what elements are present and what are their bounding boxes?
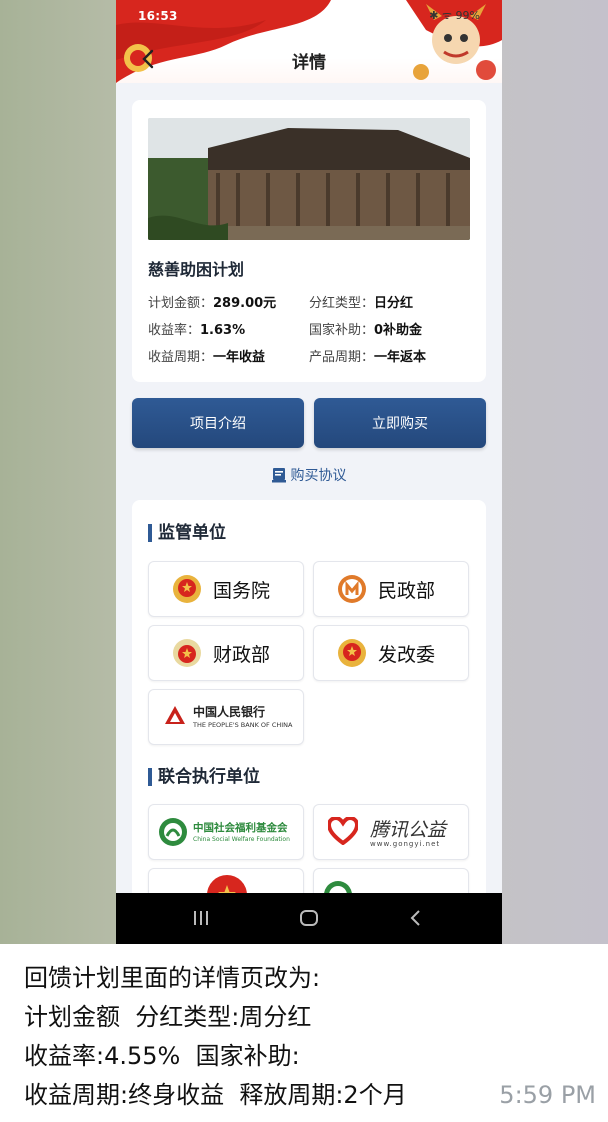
message-line: 收益率:4.55% 国家补助:: [24, 1042, 300, 1070]
status-bar: 16:53 ✱ ᯤ 99%: [116, 6, 502, 28]
civil-affairs-logo-icon: [338, 575, 366, 603]
field-income-period: 收益周期：一年收益: [148, 350, 266, 365]
welfare-foundation-logo-icon: [159, 818, 187, 846]
unit-name: 财政部: [213, 644, 271, 666]
house-photo: [148, 118, 470, 240]
unit-name: 民政部: [378, 580, 436, 602]
message-timestamp: 5:59 PM: [499, 1081, 596, 1109]
plan-title: 慈善助困计划: [148, 260, 245, 279]
header: 16:53 ✱ ᯤ 99% 详情: [116, 0, 502, 83]
unit-state-council[interactable]: 国务院: [148, 561, 304, 617]
field-subsidy: 国家补助：0补助金: [309, 323, 423, 338]
tencent-name-cn: 腾讯公益: [370, 819, 447, 841]
unit-ndrc[interactable]: 发改委: [313, 625, 469, 681]
purchase-agreement-link[interactable]: 购买协议: [116, 465, 502, 485]
national-emblem-icon: [338, 639, 366, 667]
unit-name: 国务院: [213, 580, 271, 602]
national-emblem-icon: [173, 639, 201, 667]
plan-card: 慈善助困计划 计划金额：289.00元 分红类型：日分红 收益率：1.63% 国…: [132, 100, 486, 382]
field-amount: 计划金额：289.00元: [148, 296, 277, 311]
chat-message: 回馈计划里面的详情页改为: 计划金额 分红类型:周分红 收益率:4.55% 国家…: [0, 944, 608, 1122]
unit-peoples-bank[interactable]: 中国人民银行 THE PEOPLE'S BANK OF CHINA: [148, 689, 304, 745]
buy-now-button[interactable]: 立即购买: [314, 398, 486, 448]
pboc-logo-icon: [165, 706, 185, 724]
document-icon: [271, 468, 286, 483]
project-intro-button[interactable]: 项目介绍: [132, 398, 304, 448]
unit-civil-affairs[interactable]: 民政部: [313, 561, 469, 617]
home-icon[interactable]: [298, 906, 320, 930]
message-line: 计划金额 分红类型:周分红: [24, 1003, 312, 1031]
recent-apps-icon[interactable]: [191, 906, 211, 930]
message-line: 回馈计划里面的详情页改为:: [24, 964, 321, 992]
agreement-label: 购买协议: [290, 468, 347, 484]
unit-welfare-foundation[interactable]: 中国社会福利基金会 China Social Welfare Foundatio…: [148, 804, 304, 860]
wifi-icon: ✱ ᯤ: [429, 9, 453, 22]
national-emblem-icon: [173, 575, 201, 603]
field-yield: 收益率：1.63%: [148, 323, 246, 338]
tencent-url: www.gongyi.net: [370, 840, 441, 848]
page-title: 详情: [292, 53, 326, 73]
executors-heading: 联合执行单位: [148, 768, 260, 786]
battery-level: 99%: [455, 9, 480, 22]
welfare-name-en: China Social Welfare Foundation: [193, 836, 290, 843]
bank-name-cn: 中国人民银行: [193, 705, 266, 719]
unit-tencent-charity[interactable]: 腾讯公益 www.gongyi.net: [313, 804, 469, 860]
supervisors-heading: 监管单位: [148, 524, 226, 542]
bank-name-en: THE PEOPLE'S BANK OF CHINA: [193, 721, 293, 729]
unit-finance[interactable]: 财政部: [148, 625, 304, 681]
field-dividend-type: 分红类型：日分红: [309, 296, 414, 311]
field-product-period: 产品周期：一年返本: [309, 350, 427, 365]
welfare-name-cn: 中国社会福利基金会: [193, 822, 288, 834]
status-time: 16:53: [138, 9, 178, 23]
units-card: 监管单位 国务院 民政部 财政部 发改委 中国人民银行 THE PEOPLE'S…: [132, 500, 486, 924]
back-icon[interactable]: [408, 906, 424, 930]
unit-name: 发改委: [378, 644, 436, 666]
battery-indicator: ✱ ᯤ 99%: [429, 8, 480, 23]
heart-logo-icon: [328, 817, 358, 845]
android-nav-bar: [116, 893, 502, 944]
message-line: 收益周期:终身收益 释放周期:2个月: [24, 1081, 407, 1109]
phone-screenshot: 16:53 ✱ ᯤ 99% 详情 慈善助困计划 计划金额：289.00元 分红类…: [116, 0, 502, 944]
